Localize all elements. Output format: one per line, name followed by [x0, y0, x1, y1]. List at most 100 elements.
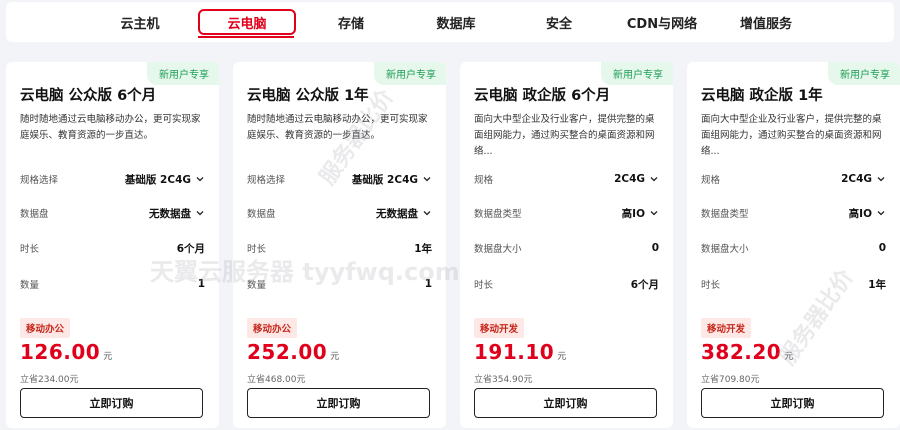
price-amount: 382.20 [701, 340, 782, 364]
scenario-tag: 移动开发 [474, 318, 525, 338]
product-card: 新用户专享 云电脑 公众版 1年 随时随地通过云电脑移动办公，更可实现家庭娱乐、… [233, 62, 446, 428]
product-card: 新用户专享 云电脑 公众版 6个月 随时随地通过云电脑移动办公，更可实现家庭娱乐… [6, 62, 219, 428]
disk-size-value: 0 [878, 242, 886, 254]
data-disk-row[interactable]: 数据盘 无数据盘 [247, 204, 432, 222]
duration-value: 6个月 [176, 242, 205, 255]
tab-value-added-services[interactable]: 增值服务 [734, 9, 798, 35]
duration-label: 时长 [20, 244, 40, 255]
spec-select[interactable]: 2C4G [841, 173, 872, 185]
product-card: 新用户专享 云电脑 政企版 1年 面向大中型企业及行业客户，提供完整的桌面组网能… [687, 62, 900, 428]
disk-type-label: 数据盘类型 [474, 209, 522, 220]
spec-row[interactable]: 规格 2C4G [474, 170, 659, 188]
order-now-button[interactable]: 立即订购 [20, 388, 203, 418]
active-tab-underline [198, 36, 294, 38]
product-category-tabs: 云主机 云电脑 存储 数据库 安全 CDN与网络 增值服务 [6, 2, 894, 42]
order-now-button[interactable]: 立即订购 [701, 388, 884, 418]
card-description: 随时随地通过云电脑移动办公，更可实现家庭娱乐、教育资源的一步直达。 [247, 114, 428, 141]
spec-label: 规格选择 [20, 175, 59, 186]
tab-database[interactable]: 数据库 [426, 9, 486, 35]
duration-row: 时长 6个月 [474, 275, 659, 293]
chevron-down-icon[interactable] [195, 208, 205, 218]
savings-text: 立省354.90元 [474, 375, 533, 385]
price: 191.10 元 [474, 340, 566, 364]
price-unit: 元 [784, 352, 794, 362]
new-user-badge: 新用户专享 [374, 62, 446, 85]
chevron-down-icon[interactable] [876, 174, 886, 184]
duration-label: 时长 [701, 280, 721, 291]
chevron-down-icon[interactable] [422, 174, 432, 184]
spec-row[interactable]: 规格选择 基础版 2C4G [247, 170, 432, 188]
card-title: 云电脑 政企版 1年 [701, 88, 823, 104]
savings-text: 立省709.80元 [701, 375, 760, 385]
card-title: 云电脑 公众版 1年 [247, 88, 369, 104]
price-unit: 元 [330, 352, 340, 362]
disk-size-label: 数据盘大小 [701, 244, 749, 255]
duration-row: 时长 1年 [701, 275, 886, 293]
scenario-tag: 移动开发 [701, 318, 752, 338]
product-card: 新用户专享 云电脑 政企版 6个月 面向大中型企业及行业客户，提供完整的桌面组网… [460, 62, 673, 428]
order-now-button[interactable]: 立即订购 [474, 388, 657, 418]
order-now-button[interactable]: 立即订购 [247, 388, 430, 418]
disk-type-select[interactable]: 高IO [849, 206, 872, 221]
tab-security[interactable]: 安全 [536, 9, 582, 35]
new-user-badge: 新用户专享 [828, 62, 900, 85]
duration-row: 时长 1年 [247, 239, 432, 257]
disk-type-label: 数据盘类型 [701, 209, 749, 220]
disk-type-select[interactable]: 高IO [622, 206, 645, 221]
spec-row[interactable]: 规格选择 基础版 2C4G [20, 170, 205, 188]
quantity-row: 数量 1 [20, 275, 205, 293]
spec-label: 规格 [701, 175, 721, 186]
spec-row[interactable]: 规格 2C4G [701, 170, 886, 188]
price: 382.20 元 [701, 340, 793, 364]
spec-label: 规格 [474, 175, 494, 186]
disk-size-value: 0 [651, 242, 659, 254]
data-disk-select[interactable]: 无数据盘 [376, 206, 418, 221]
price-amount: 191.10 [474, 340, 555, 364]
data-disk-row[interactable]: 数据盘 无数据盘 [20, 204, 205, 222]
data-disk-select[interactable]: 无数据盘 [149, 206, 191, 221]
chevron-down-icon[interactable] [422, 208, 432, 218]
new-user-badge: 新用户专享 [601, 62, 673, 85]
tab-cloud-host[interactable]: 云主机 [114, 9, 166, 35]
price-unit: 元 [103, 352, 113, 362]
tab-cdn-network[interactable]: CDN与网络 [622, 9, 702, 35]
scenario-tag: 移动办公 [247, 318, 298, 338]
savings-text: 立省234.00元 [20, 375, 79, 385]
chevron-down-icon[interactable] [876, 208, 886, 218]
disk-type-row[interactable]: 数据盘类型 高IO [474, 204, 659, 222]
spec-select[interactable]: 基础版 2C4G [352, 172, 418, 187]
data-disk-label: 数据盘 [247, 209, 276, 220]
duration-value: 1年 [414, 242, 432, 255]
price: 252.00 元 [247, 340, 339, 364]
tab-cloud-pc[interactable]: 云电脑 [198, 9, 296, 35]
price-unit: 元 [557, 352, 567, 362]
quantity-row: 数量 1 [247, 275, 432, 293]
spec-select[interactable]: 基础版 2C4G [125, 172, 191, 187]
savings-text: 立省468.00元 [247, 375, 306, 385]
quantity-value: 1 [197, 278, 205, 290]
chevron-down-icon[interactable] [649, 208, 659, 218]
card-title: 云电脑 公众版 6个月 [20, 88, 157, 104]
card-description: 面向大中型企业及行业客户，提供完整的桌面组网能力，通过购买整合的桌面资源和网络.… [474, 114, 655, 157]
tab-storage[interactable]: 存储 [326, 9, 376, 35]
chevron-down-icon[interactable] [649, 174, 659, 184]
chevron-down-icon[interactable] [195, 174, 205, 184]
disk-size-row: 数据盘大小 0 [474, 239, 659, 257]
new-user-badge: 新用户专享 [147, 62, 219, 85]
quantity-label: 数量 [247, 280, 267, 291]
disk-size-label: 数据盘大小 [474, 244, 522, 255]
duration-value: 6个月 [630, 278, 659, 291]
card-title: 云电脑 政企版 6个月 [474, 88, 611, 104]
card-description: 面向大中型企业及行业客户，提供完整的桌面组网能力，通过购买整合的桌面资源和网络.… [701, 114, 882, 157]
duration-label: 时长 [247, 244, 267, 255]
price: 126.00 元 [20, 340, 112, 364]
price-amount: 126.00 [20, 340, 101, 364]
quantity-label: 数量 [20, 280, 40, 291]
disk-type-row[interactable]: 数据盘类型 高IO [701, 204, 886, 222]
duration-value: 1年 [868, 278, 886, 291]
spec-label: 规格选择 [247, 175, 286, 186]
spec-select[interactable]: 2C4G [614, 173, 645, 185]
scenario-tag: 移动办公 [20, 318, 71, 338]
price-amount: 252.00 [247, 340, 328, 364]
disk-size-row: 数据盘大小 0 [701, 239, 886, 257]
